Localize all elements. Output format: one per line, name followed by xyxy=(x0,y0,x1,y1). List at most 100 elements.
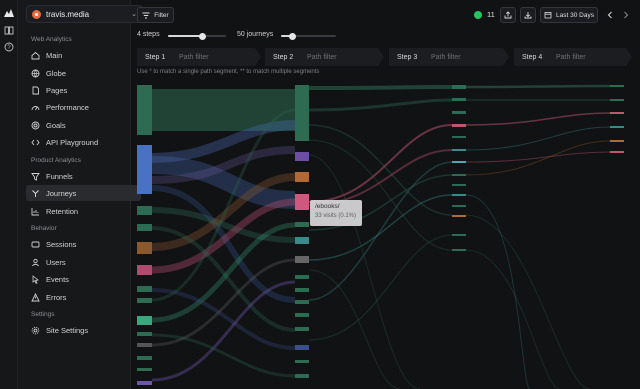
sankey-node[interactable] xyxy=(137,286,152,292)
sidebar-item-performance[interactable]: Performance xyxy=(26,99,141,115)
sidebar-item-api-playground[interactable]: API Playground xyxy=(26,134,141,150)
step-4-path-filter[interactable]: Path filter xyxy=(552,50,622,64)
sidebar-item-errors[interactable]: Errors xyxy=(26,289,141,305)
journeys-sankey[interactable] xyxy=(131,78,640,389)
sankey-node[interactable] xyxy=(452,215,466,217)
sidebar-item-goals[interactable]: Goals xyxy=(26,117,141,133)
sankey-node[interactable] xyxy=(137,265,152,275)
sankey-link[interactable] xyxy=(308,234,453,341)
sankey-node[interactable] xyxy=(610,85,624,87)
sankey-node[interactable] xyxy=(137,145,152,194)
sankey-node[interactable] xyxy=(452,161,466,163)
sankey-node[interactable] xyxy=(137,356,152,360)
sidebar-item-retention[interactable]: Retention xyxy=(26,203,141,219)
sankey-node[interactable] xyxy=(295,152,309,161)
steps-slider[interactable] xyxy=(168,32,226,40)
sankey-node[interactable] xyxy=(137,85,152,135)
sankey-node[interactable] xyxy=(452,124,466,127)
sankey-node[interactable] xyxy=(452,85,466,89)
journeys-slider-thumb[interactable] xyxy=(288,32,296,40)
sidebar-item-main[interactable]: Main xyxy=(26,47,141,63)
sidebar-item-events[interactable]: Events xyxy=(26,271,141,287)
sankey-node[interactable] xyxy=(610,126,624,128)
book-icon[interactable] xyxy=(3,24,15,36)
sankey-node[interactable] xyxy=(137,316,152,325)
sankey-node[interactable] xyxy=(610,112,624,114)
sankey-link[interactable] xyxy=(308,269,401,389)
sankey-node[interactable] xyxy=(137,368,152,371)
sankey-node[interactable] xyxy=(295,327,309,331)
step-3-path-filter[interactable]: Path filter xyxy=(427,50,499,64)
sankey-link[interactable] xyxy=(308,98,453,112)
date-range-button[interactable]: Last 30 Days xyxy=(540,7,598,23)
sankey-node[interactable] xyxy=(610,140,624,142)
sankey-link[interactable] xyxy=(465,151,611,163)
sidebar-item-label: Globe xyxy=(46,68,67,78)
sankey-node[interactable] xyxy=(452,174,466,176)
sidebar-item-journeys[interactable]: Journeys xyxy=(26,185,141,201)
sankey-link[interactable] xyxy=(465,112,611,126)
sidebar-item-globe[interactable]: Globe xyxy=(26,65,141,81)
sankey-node[interactable] xyxy=(295,172,309,182)
sankey-node[interactable] xyxy=(295,222,309,227)
sankey-node[interactable] xyxy=(295,237,309,244)
sankey-node[interactable] xyxy=(295,374,309,378)
sankey-node[interactable] xyxy=(295,360,309,363)
sankey-node[interactable] xyxy=(295,300,309,304)
sankey-link[interactable] xyxy=(465,194,531,389)
sankey-node[interactable] xyxy=(137,206,152,215)
sidebar-item-users[interactable]: Users xyxy=(26,254,141,270)
sankey-node[interactable] xyxy=(295,256,309,263)
step-1-path-filter[interactable]: Path filter xyxy=(175,50,251,64)
sankey-node[interactable] xyxy=(295,85,309,141)
steps-slider-thumb[interactable] xyxy=(199,32,207,40)
sankey-node[interactable] xyxy=(295,313,309,317)
sankey-node[interactable] xyxy=(137,381,152,385)
sessions-icon xyxy=(31,240,40,249)
sankey-node[interactable] xyxy=(452,234,466,236)
filter-button[interactable]: Filter xyxy=(137,7,174,23)
sankey-node[interactable] xyxy=(452,194,466,196)
sankey-node[interactable] xyxy=(452,184,466,186)
download-button[interactable] xyxy=(520,7,536,23)
sankey-node[interactable] xyxy=(610,99,624,101)
logo-icon[interactable] xyxy=(3,6,15,18)
help-icon[interactable]: ? xyxy=(3,41,15,53)
sidebar-item-site-settings[interactable]: Site Settings xyxy=(26,322,141,338)
sankey-node[interactable] xyxy=(452,111,466,114)
sankey-link[interactable] xyxy=(465,126,611,151)
sidebar-item-funnels[interactable]: Funnels xyxy=(26,168,141,184)
prev-period-button[interactable] xyxy=(604,8,616,22)
sankey-node[interactable] xyxy=(295,345,309,350)
sankey-link[interactable] xyxy=(308,149,453,206)
sankey-node[interactable] xyxy=(137,298,152,303)
next-period-button[interactable] xyxy=(620,8,632,22)
sankey-link[interactable] xyxy=(465,249,561,389)
sankey-node[interactable] xyxy=(137,224,152,231)
sankey-node[interactable] xyxy=(610,151,624,153)
sankey-node[interactable] xyxy=(137,343,152,347)
sankey-node[interactable] xyxy=(452,136,466,138)
step-1-arrow xyxy=(255,48,261,66)
sankey-node[interactable] xyxy=(452,98,466,101)
sidebar-item-label: Site Settings xyxy=(46,325,89,335)
step-2-path-filter[interactable]: Path filter xyxy=(303,50,374,64)
share-button[interactable] xyxy=(500,7,516,23)
sankey-link[interactable] xyxy=(308,85,453,90)
journeys-slider[interactable] xyxy=(281,32,336,40)
sankey-node[interactable] xyxy=(295,288,309,292)
sidebar-item-pages[interactable]: Pages xyxy=(26,82,141,98)
sankey-node[interactable] xyxy=(452,249,466,251)
sankey-node[interactable] xyxy=(295,275,309,279)
step-3-arrow xyxy=(503,48,509,66)
sankey-node-ebooks[interactable] xyxy=(295,194,309,210)
sidebar-item-sessions[interactable]: Sessions xyxy=(26,236,141,252)
sankey-node[interactable] xyxy=(452,205,466,207)
sankey-node[interactable] xyxy=(137,332,152,336)
sankey-link[interactable] xyxy=(308,154,421,389)
sankey-node[interactable] xyxy=(137,242,152,254)
sankey-link[interactable] xyxy=(465,214,591,389)
site-selector[interactable]: travis.media ⌄ xyxy=(26,5,143,23)
sankey-link[interactable] xyxy=(465,84,611,89)
sankey-node[interactable] xyxy=(452,149,466,151)
